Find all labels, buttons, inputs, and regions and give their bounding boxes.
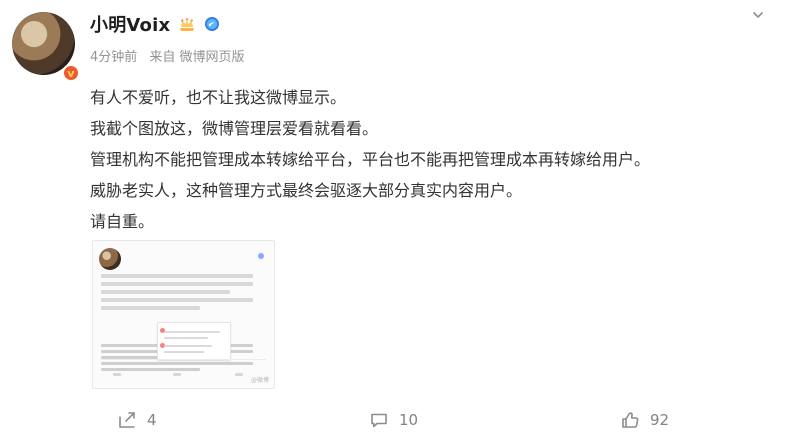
share-count: 4 [147, 411, 157, 429]
thumbnail-footer [101, 359, 266, 378]
post-time[interactable]: 4分钟前 [90, 50, 137, 65]
thumbnail-avatar [99, 248, 121, 270]
comment-icon [368, 409, 390, 431]
avatar[interactable]: v [12, 12, 80, 82]
thumbnail-badge [258, 253, 264, 259]
post-meta: 4分钟前 来自 微博网页版 [90, 46, 245, 65]
thumbnail-footer-mark [235, 373, 243, 376]
thumbnail-footer-mark [113, 373, 121, 376]
thumbnail-text-line [101, 290, 230, 294]
post-content: 有人不爱听，也不让我这微博显示。 我截个图放这，微博管理层爱看就看看。 管理机构… [90, 82, 780, 237]
comment-count: 10 [399, 411, 419, 429]
comment-button[interactable]: 10 [368, 400, 418, 440]
post-line-2: 我截个图放这，微博管理层爱看就看看。 [90, 119, 379, 138]
chevron-down-icon[interactable] [749, 6, 767, 24]
post-actions: 4 10 92 [0, 400, 793, 440]
post-line-1: 有人不爱听，也不让我这微博显示。 [90, 88, 347, 107]
username[interactable]: 小明Voix [90, 11, 170, 37]
like-count: 92 [650, 411, 670, 429]
thumbnail-card-line [164, 345, 212, 347]
post-source[interactable]: 来自 微博网页版 [149, 50, 244, 65]
share-icon [116, 409, 138, 431]
thumbnail-card-line [164, 351, 204, 353]
vip-icon [204, 16, 220, 32]
thumbnail-watermark: @微博 [250, 377, 269, 384]
thumbnail-footer-mark [173, 373, 181, 376]
thumbs-up-icon [619, 409, 641, 431]
attached-image[interactable]: ​ ​ ​ [92, 240, 275, 389]
share-button[interactable]: 4 [116, 400, 157, 440]
thumbnail-text-line [101, 274, 253, 278]
crown-icon [178, 15, 196, 33]
verified-badge-icon: v [62, 64, 80, 82]
like-button[interactable]: 92 [619, 400, 669, 440]
user-line: 小明Voix [90, 12, 220, 36]
thumbnail-card [157, 322, 231, 361]
thumbnail-card-line [164, 331, 220, 333]
post-line-5: 请自重。 [90, 212, 155, 231]
thumbnail-text-line [101, 298, 253, 302]
post-line-3: 管理机构不能把管理成本转嫁给平台，平台也不能再把管理成本再转嫁给用户。 [90, 150, 651, 169]
thumbnail-text-block [101, 274, 266, 314]
post-line-4: 威胁老实人，这种管理方式最终会驱逐大部分真实内容用户。 [90, 181, 523, 200]
thumbnail-text-line [101, 282, 253, 286]
thumbnail-text-line [101, 306, 200, 310]
thumbnail-card-line [164, 337, 208, 339]
